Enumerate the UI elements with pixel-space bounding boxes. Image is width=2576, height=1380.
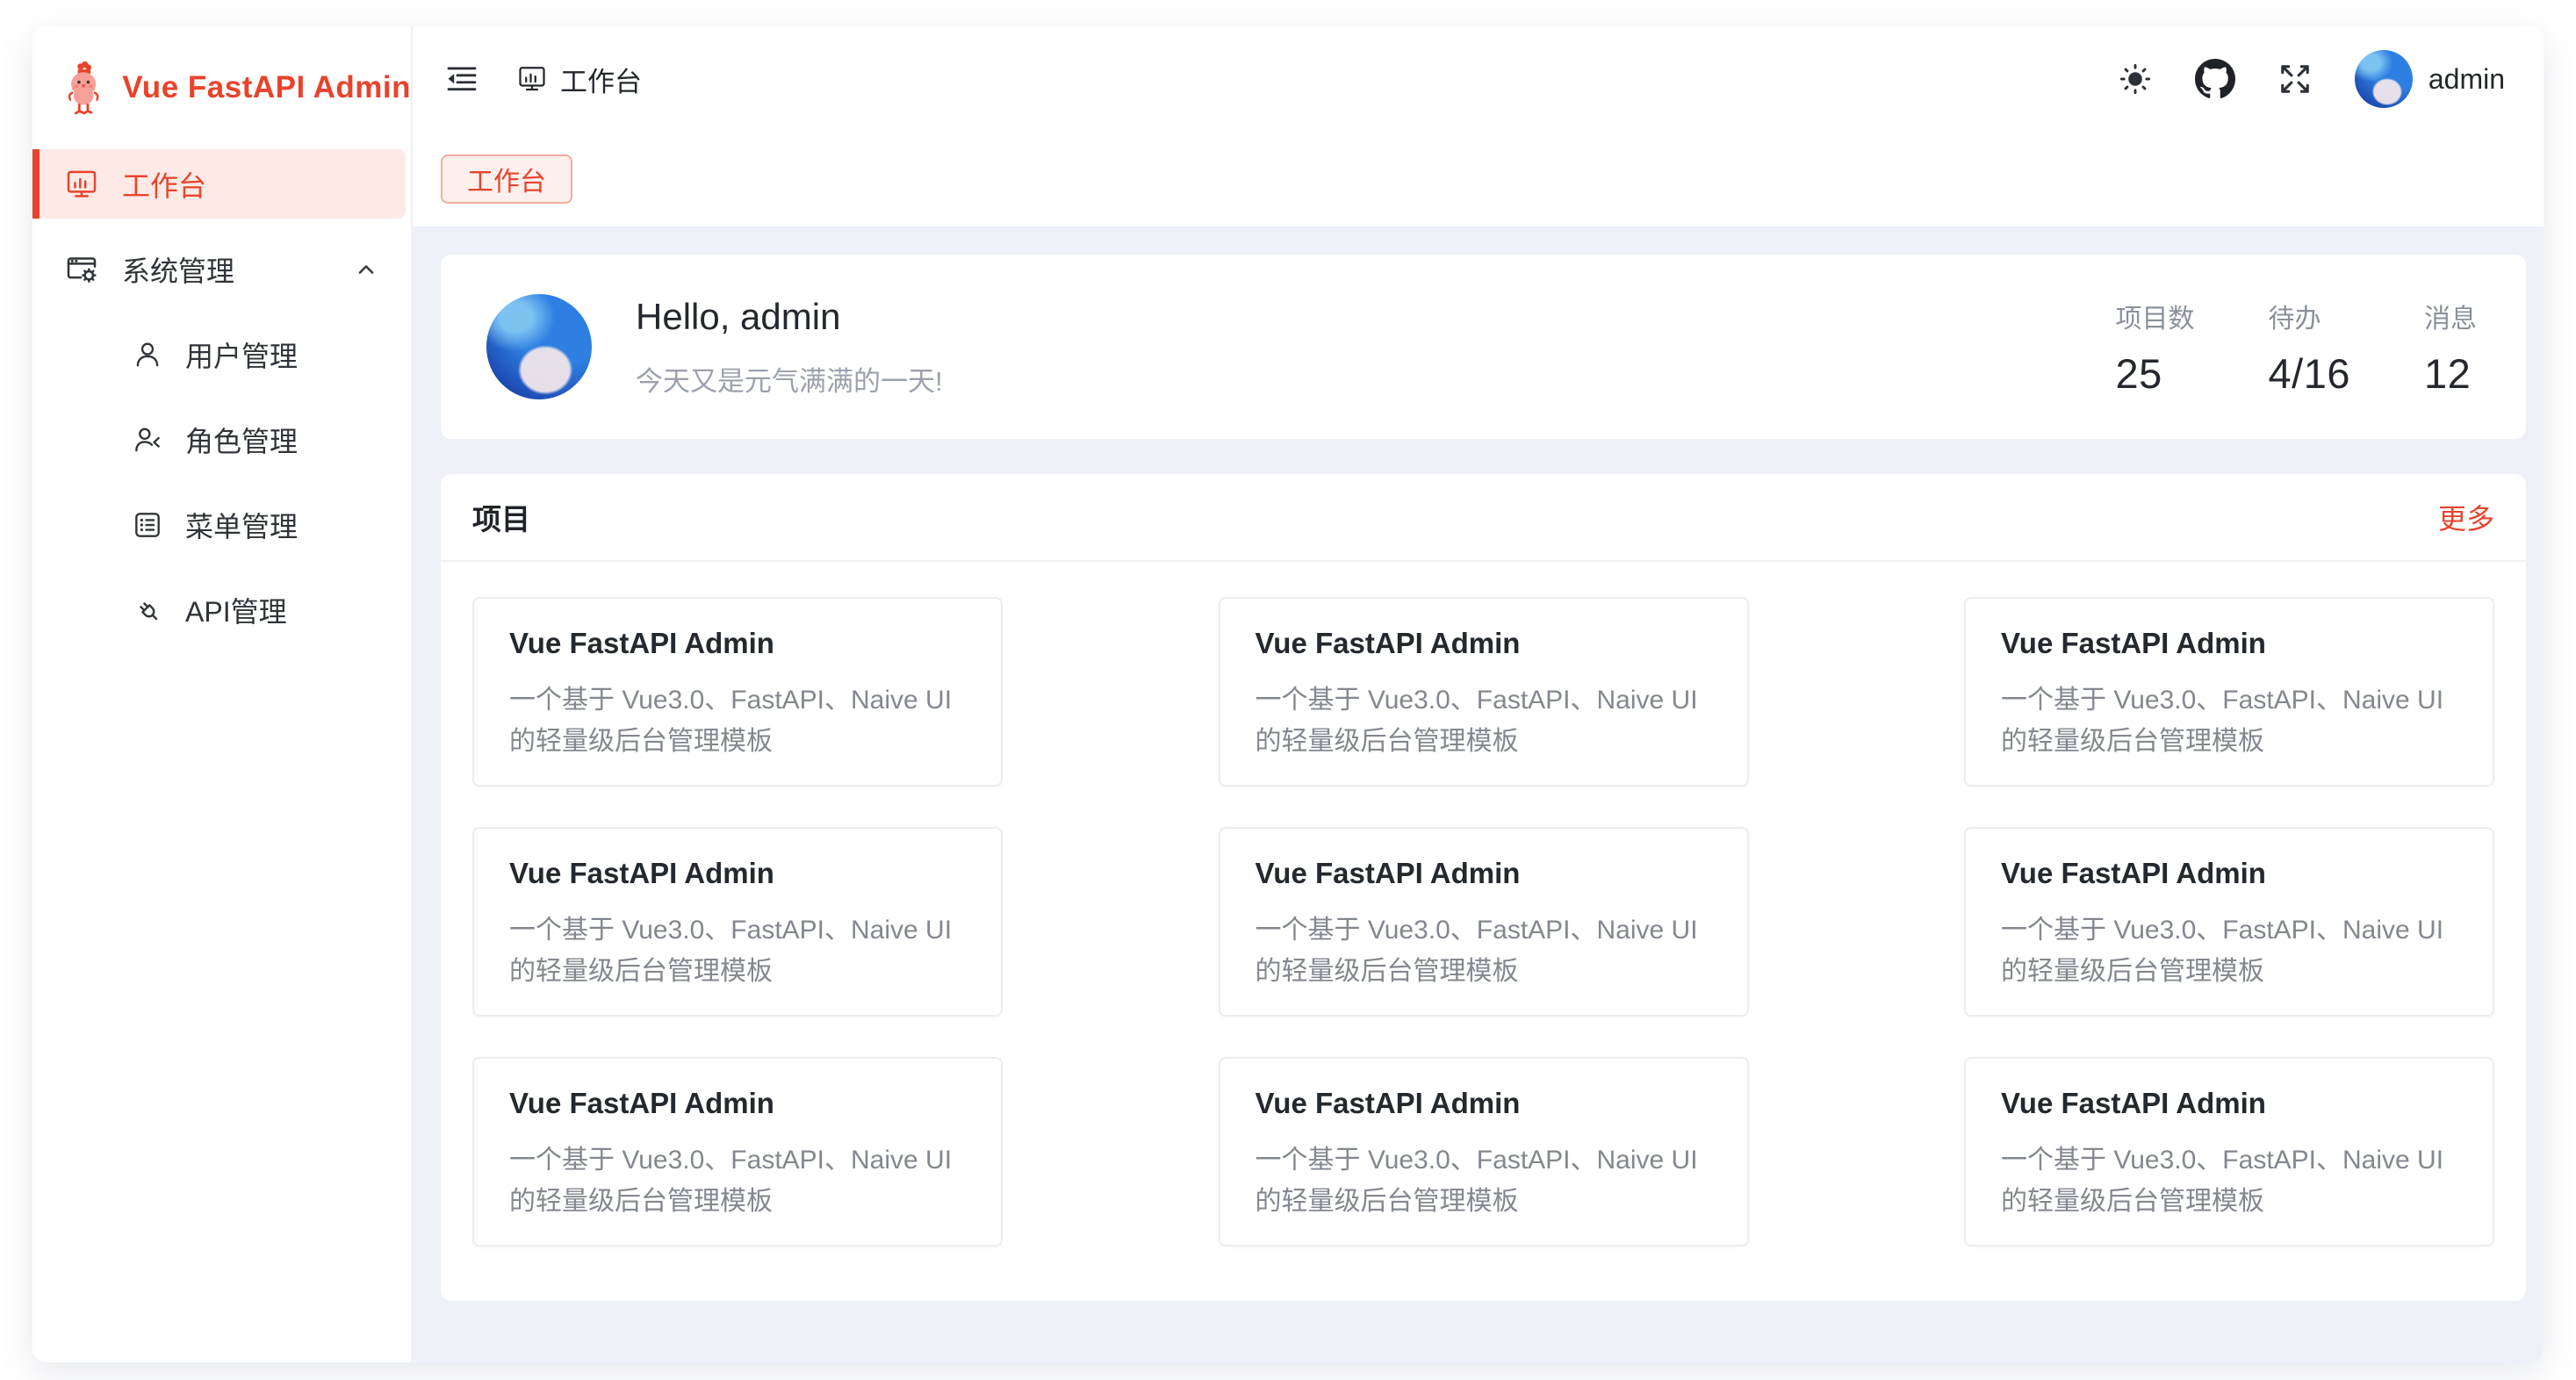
sidebar-item-menus[interactable]: 菜单管理 (32, 490, 406, 559)
project-card[interactable]: Vue FastAPI Admin 一个基于 Vue3.0、FastAPI、Na… (1219, 597, 1749, 787)
stat-messages: 消息 12 (2424, 297, 2477, 398)
app-title: Vue FastAPI Admin (122, 70, 411, 105)
user-name: admin (2428, 63, 2505, 96)
project-card-title: Vue FastAPI Admin (509, 1087, 966, 1120)
projects-title: 项目 (472, 496, 530, 538)
projects-more-link[interactable]: 更多 (2438, 497, 2494, 537)
projects-section: 项目 更多 Vue FastAPI Admin 一个基于 Vue3.0、Fast… (441, 474, 2526, 1301)
sidebar-item-users[interactable]: 用户管理 (32, 320, 406, 389)
sidebar-menu: 工作台 系统管理 (32, 149, 411, 660)
topbar-actions: admin (2116, 50, 2505, 108)
project-card-title: Vue FastAPI Admin (2001, 1087, 2457, 1120)
sidebar-item-label: 菜单管理 (185, 505, 298, 545)
main-area: 工作台 (413, 26, 2544, 1362)
stat-value: 12 (2424, 349, 2477, 398)
project-card-description: 一个基于 Vue3.0、FastAPI、Naive UI 的轻量级后台管理模板 (2001, 909, 2457, 992)
project-card[interactable]: Vue FastAPI Admin 一个基于 Vue3.0、FastAPI、Na… (1964, 827, 2494, 1017)
stat-value: 4/16 (2269, 349, 2350, 398)
breadcrumb-label: 工作台 (560, 60, 642, 99)
role-icon (131, 423, 164, 456)
sidebar-collapse-button[interactable] (444, 61, 479, 97)
project-card[interactable]: Vue FastAPI Admin 一个基于 Vue3.0、FastAPI、Na… (1964, 1057, 2494, 1247)
project-card[interactable]: Vue FastAPI Admin 一个基于 Vue3.0、FastAPI、Na… (472, 597, 1003, 787)
project-card[interactable]: Vue FastAPI Admin 一个基于 Vue3.0、FastAPI、Na… (472, 827, 1003, 1017)
sidebar-item-label: 工作台 (122, 164, 206, 205)
project-card-title: Vue FastAPI Admin (1256, 857, 1712, 890)
welcome-message: 今天又是元气满满的一天! (636, 359, 943, 399)
tags-bar: 工作台 (413, 132, 2544, 226)
welcome-stats: 项目数 25 待办 4/16 消息 12 (2116, 297, 2477, 398)
stat-todos: 待办 4/16 (2269, 297, 2350, 398)
project-card-title: Vue FastAPI Admin (1256, 627, 1712, 660)
project-card-description: 一个基于 Vue3.0、FastAPI、Naive UI 的轻量级后台管理模板 (509, 1139, 966, 1222)
sidebar: Vue FastAPI Admin 工作台 (32, 26, 413, 1362)
sidebar-item-label: 用户管理 (185, 334, 298, 375)
api-plug-icon (131, 593, 164, 627)
stat-label: 待办 (2269, 297, 2350, 335)
page-content: Hello, admin 今天又是元气满满的一天! 项目数 25 待办 4/16… (413, 226, 2544, 1362)
project-card[interactable]: Vue FastAPI Admin 一个基于 Vue3.0、FastAPI、Na… (1219, 827, 1749, 1017)
stat-value: 25 (2116, 349, 2195, 398)
tag-workbench[interactable]: 工作台 (441, 155, 572, 204)
project-card-title: Vue FastAPI Admin (2001, 627, 2457, 660)
project-card[interactable]: Vue FastAPI Admin 一个基于 Vue3.0、FastAPI、Na… (472, 1057, 1003, 1247)
system-settings-icon (64, 252, 99, 287)
project-card[interactable]: Vue FastAPI Admin 一个基于 Vue3.0、FastAPI、Na… (1219, 1057, 1749, 1247)
project-card-title: Vue FastAPI Admin (2001, 857, 2457, 890)
projects-header: 项目 更多 (441, 474, 2526, 562)
app-logo: Vue FastAPI Admin (32, 26, 411, 149)
project-card-description: 一个基于 Vue3.0、FastAPI、Naive UI 的轻量级后台管理模板 (509, 909, 966, 992)
stat-projects: 项目数 25 (2116, 297, 2195, 398)
stat-label: 项目数 (2116, 297, 2195, 335)
github-icon[interactable] (2195, 59, 2235, 99)
topbar: 工作台 (413, 26, 2544, 132)
workbench-monitor-icon (64, 167, 99, 202)
theme-sun-icon[interactable] (2116, 60, 2155, 98)
project-card-title: Vue FastAPI Admin (509, 857, 966, 890)
project-card-description: 一个基于 Vue3.0、FastAPI、Naive UI 的轻量级后台管理模板 (2001, 1139, 2457, 1222)
workbench-monitor-icon (516, 63, 548, 95)
fullscreen-icon[interactable] (2276, 60, 2314, 98)
breadcrumb[interactable]: 工作台 (516, 60, 642, 99)
sidebar-item-roles[interactable]: 角色管理 (32, 405, 406, 474)
sidebar-item-system[interactable]: 系统管理 (32, 234, 406, 304)
projects-grid: Vue FastAPI Admin 一个基于 Vue3.0、FastAPI、Na… (441, 562, 2526, 1282)
stat-label: 消息 (2424, 297, 2477, 335)
app-window: Vue FastAPI Admin 工作台 (32, 26, 2544, 1362)
sidebar-item-workbench[interactable]: 工作台 (32, 149, 406, 219)
chicken-logo-icon (62, 55, 104, 120)
welcome-greeting: Hello, admin (636, 296, 943, 338)
sidebar-item-label: API管理 (185, 590, 287, 630)
project-card-title: Vue FastAPI Admin (509, 627, 966, 660)
welcome-card: Hello, admin 今天又是元气满满的一天! 项目数 25 待办 4/16… (441, 255, 2526, 439)
project-card-description: 一个基于 Vue3.0、FastAPI、Naive UI 的轻量级后台管理模板 (1256, 679, 1712, 762)
project-card-description: 一个基于 Vue3.0、FastAPI、Naive UI 的轻量级后台管理模板 (1256, 909, 1712, 992)
sidebar-item-label: 角色管理 (185, 420, 298, 460)
menu-list-icon (131, 508, 164, 542)
welcome-avatar (486, 294, 592, 399)
project-card-description: 一个基于 Vue3.0、FastAPI、Naive UI 的轻量级后台管理模板 (1256, 1139, 1712, 1222)
project-card-title: Vue FastAPI Admin (1256, 1087, 1712, 1120)
project-card-description: 一个基于 Vue3.0、FastAPI、Naive UI 的轻量级后台管理模板 (2001, 679, 2457, 762)
project-card-description: 一个基于 Vue3.0、FastAPI、Naive UI 的轻量级后台管理模板 (509, 679, 966, 762)
sidebar-item-api[interactable]: API管理 (32, 575, 406, 644)
user-avatar (2355, 50, 2413, 108)
user-menu[interactable]: admin (2355, 50, 2505, 108)
project-card[interactable]: Vue FastAPI Admin 一个基于 Vue3.0、FastAPI、Na… (1964, 597, 2494, 787)
sidebar-item-label: 系统管理 (122, 249, 234, 290)
user-icon (131, 338, 164, 371)
chevron-up-icon (351, 255, 381, 284)
